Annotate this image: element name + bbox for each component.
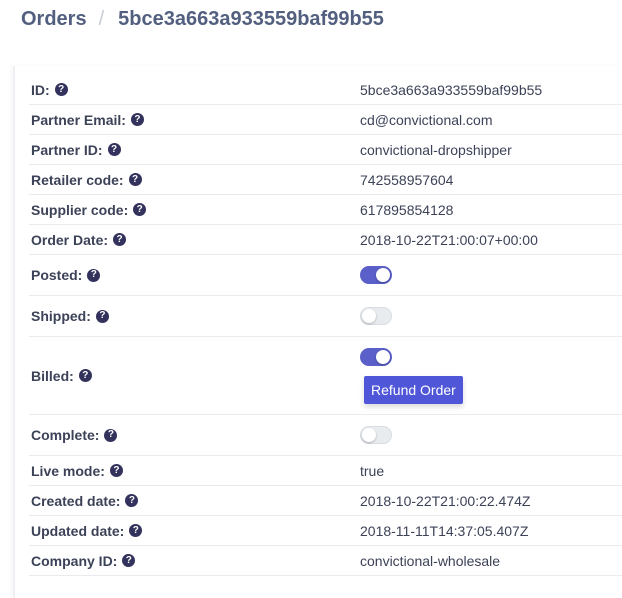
row-created-date: Created date:? 2018-10-22T21:00:22.474Z	[29, 486, 622, 516]
field-label: Partner ID:	[31, 141, 103, 158]
row-order-date: Order Date:? 2018-10-22T21:00:07+00:00	[29, 225, 622, 255]
help-icon[interactable]: ?	[107, 143, 121, 156]
help-icon[interactable]: ?	[95, 309, 109, 323]
breadcrumb-separator: /	[98, 8, 105, 30]
shipped-toggle[interactable]	[360, 307, 392, 325]
toggle-knob	[376, 268, 390, 282]
field-label: Company ID:	[31, 552, 118, 569]
help-icon[interactable]: ?	[113, 233, 127, 246]
row-shipped: Shipped:?	[29, 296, 622, 337]
row-complete: Complete:?	[29, 415, 622, 456]
field-label: Supplier code:	[31, 201, 129, 218]
help-icon[interactable]: ?	[130, 113, 144, 126]
help-icon[interactable]: ?	[133, 203, 147, 216]
field-value: true	[360, 462, 385, 479]
row-updated-date: Updated date:? 2018-11-11T14:37:05.407Z	[29, 516, 622, 546]
help-icon[interactable]: ?	[128, 173, 142, 186]
help-icon[interactable]: ?	[104, 428, 118, 442]
field-label: Created date:	[31, 492, 121, 509]
help-icon[interactable]: ?	[78, 369, 92, 382]
field-value: cd@convictional.com	[360, 111, 493, 128]
order-details-table: ID:? 5bce3a663a933559baf99b55 Partner Em…	[29, 75, 622, 576]
help-icon[interactable]: ?	[87, 268, 101, 282]
field-label: ID:	[31, 81, 50, 98]
help-icon[interactable]: ?	[54, 83, 68, 96]
toggle-knob	[362, 309, 376, 323]
complete-toggle[interactable]	[360, 426, 392, 444]
field-value: 742558957604	[360, 171, 454, 188]
row-id: ID:? 5bce3a663a933559baf99b55	[29, 75, 622, 105]
row-billed: Billed:? Refund Order	[29, 337, 622, 415]
field-label: Posted:	[31, 267, 83, 283]
row-retailer-code: Retailer code:? 742558957604	[29, 165, 622, 195]
posted-toggle[interactable]	[360, 266, 392, 284]
order-details-card: ID:? 5bce3a663a933559baf99b55 Partner Em…	[13, 66, 622, 598]
row-live-mode: Live mode:? true	[29, 456, 622, 486]
breadcrumb-current: 5bce3a663a933559baf99b55	[118, 8, 384, 30]
toggle-knob	[362, 428, 376, 442]
help-icon[interactable]: ?	[109, 464, 123, 477]
field-label: Updated date:	[31, 522, 125, 539]
field-value: 2018-10-22T21:00:22.474Z	[360, 492, 531, 509]
field-label: Shipped:	[31, 308, 91, 324]
row-posted: Posted:?	[29, 255, 622, 296]
row-partner-id: Partner ID:? convictional-dropshipper	[29, 135, 622, 165]
field-value: 617895854128	[360, 201, 454, 218]
field-value: convictional-wholesale	[360, 552, 501, 569]
field-label: Live mode:	[31, 462, 105, 479]
row-company-id: Company ID:? convictional-wholesale	[29, 546, 622, 576]
field-label: Complete:	[31, 427, 100, 443]
field-value: 5bce3a663a933559baf99b55	[360, 81, 543, 98]
help-icon[interactable]: ?	[122, 554, 136, 567]
row-supplier-code: Supplier code:? 617895854128	[29, 195, 622, 225]
help-icon[interactable]: ?	[129, 524, 143, 537]
refund-order-button[interactable]: Refund Order	[364, 375, 463, 404]
row-partner-email: Partner Email:? cd@convictional.com	[29, 105, 622, 135]
field-value: 2018-11-11T14:37:05.407Z	[360, 522, 529, 539]
help-icon[interactable]: ?	[125, 494, 139, 507]
field-label: Order Date:	[31, 231, 109, 248]
field-value: convictional-dropshipper	[360, 141, 512, 158]
field-label: Partner Email:	[31, 111, 126, 128]
field-value: 2018-10-22T21:00:07+00:00	[360, 231, 538, 248]
field-label: Billed:	[31, 367, 74, 384]
breadcrumb: Orders / 5bce3a663a933559baf99b55	[21, 8, 384, 31]
field-label: Retailer code:	[31, 171, 124, 188]
billed-toggle[interactable]	[360, 347, 392, 366]
breadcrumb-orders-link[interactable]: Orders	[21, 8, 87, 31]
toggle-knob	[376, 349, 390, 364]
